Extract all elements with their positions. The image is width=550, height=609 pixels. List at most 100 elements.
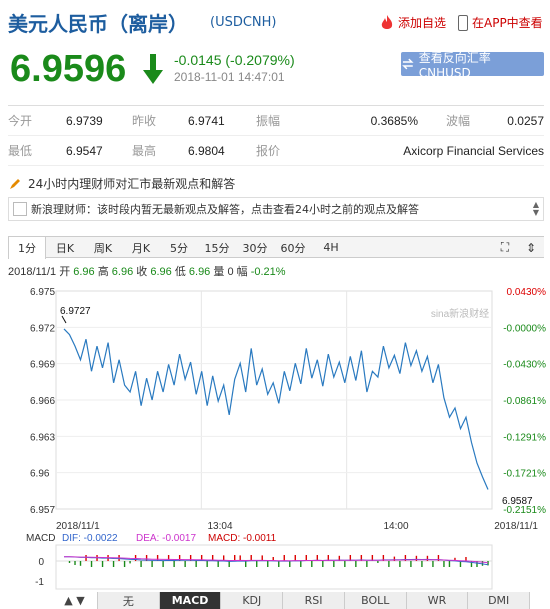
y-tick-right-label: -0.1291%: [503, 432, 546, 443]
price-change: -0.0145 (-0.2079%): [174, 52, 295, 68]
quote-time: 2018-11-01 14:47:01: [174, 70, 285, 84]
macd-frame: [55, 544, 493, 590]
macd-label: MACD: [26, 533, 55, 544]
stat-label: 最低: [8, 144, 33, 158]
macd-dea-line: [64, 556, 489, 564]
macd-dea: DEA: -0.0017: [136, 533, 196, 544]
y-tick-label: 6.972: [30, 323, 55, 334]
stats-row: 最低 6.9547 最高 6.9804 报价 Axicorp Financial…: [8, 136, 544, 166]
news-ticker[interactable]: 新浪理财师：该时段内暂无最新观点及解答，点击查看24小时之前的观点及解答 ▲ ▼: [8, 197, 544, 221]
tab-5min[interactable]: 5分: [160, 237, 198, 258]
y-tick-label: 6.957: [30, 505, 55, 516]
macd-value: MACD: -0.0011: [208, 533, 277, 544]
expand-icon[interactable]: ⇕: [518, 237, 544, 258]
fullscreen-icon[interactable]: ⛶: [492, 237, 518, 258]
y-tick-right-label: -0.0000%: [503, 323, 546, 334]
page-title: 美元人民币（离岸）: [8, 12, 188, 36]
x-tick-label: 14:00: [383, 521, 408, 532]
ohlc-high-label: 高: [97, 266, 109, 278]
indicator-tab-none[interactable]: 无: [98, 592, 160, 609]
price-chart[interactable]: 6.975 0.0430% 6.972 -0.0000% 6.969 -0.0430% 6.…: [0, 283, 550, 603]
tab-30min[interactable]: 30分: [236, 237, 274, 258]
y-tick-label: 6.969: [30, 360, 55, 371]
macd-tick-label: -1: [35, 577, 44, 588]
flame-icon: [381, 14, 393, 29]
indicator-tabs: ▲ ▼ 无 MACD KDJ RSI BOLL WR DMI: [52, 592, 531, 609]
period-tabs: 1分 日K 周K 月K 5分 15分 30分 60分 4H ⛶ ⇕: [8, 236, 544, 259]
tab-monthly[interactable]: 月K: [122, 237, 160, 258]
y-tick-right-label: -0.1721%: [503, 469, 546, 480]
add-favorite-link[interactable]: 添加自选: [380, 14, 446, 31]
ohlc-high: 6.96: [111, 266, 134, 278]
ticker-scroll-icon[interactable]: ▲ ▼: [529, 201, 543, 217]
add-favorite-label: 添加自选: [398, 16, 447, 30]
stat-value: 6.9739: [66, 113, 103, 128]
avatar-icon: [13, 202, 27, 216]
stat-label: 振幅: [256, 114, 281, 128]
current-price: 6.9596: [10, 48, 127, 90]
ohlc-vol-label: 量: [213, 266, 225, 278]
tab-weekly[interactable]: 周K: [84, 237, 122, 258]
header: 美元人民币（离岸） (USDCNH) 添加自选 在APP中查看: [0, 0, 550, 42]
open-in-app-label: 在APP中查看: [472, 16, 543, 30]
tab-15min[interactable]: 15分: [198, 237, 236, 258]
stat-value: 6.9741: [188, 113, 225, 128]
news-heading-text: 24小时内理财师对汇市最新观点和解答: [28, 177, 236, 191]
news-ticker-text: 新浪理财师：该时段内暂无最新观点及解答，点击查看24小时之前的观点及解答: [31, 203, 419, 216]
x-tick-label: 2018/11/1: [56, 521, 100, 532]
x-tick-label: 13:04: [207, 521, 232, 532]
ohlc-vol: 0: [227, 266, 234, 278]
high-annotation-pointer: [61, 315, 67, 324]
indicator-tab-boll[interactable]: BOLL: [345, 592, 407, 609]
x-tick-label: 2018/11/1: [494, 521, 538, 532]
y-tick-label: 6.96: [30, 469, 50, 480]
indicator-tab-wr[interactable]: WR: [407, 592, 469, 609]
stats-table: 今开 6.9739 昨收 6.9741 振幅 0.3685% 波幅 0.0257…: [8, 105, 544, 166]
stat-value: 0.3685%: [370, 113, 418, 128]
ohlc-open: 6.96: [73, 266, 95, 278]
tab-60min[interactable]: 60分: [274, 237, 312, 258]
macd-tick-label: 0: [38, 557, 44, 568]
ohlc-amp: -0.21%: [250, 266, 286, 278]
ohlc-date: 2018/11/1: [8, 266, 57, 278]
down-arrow-icon: [143, 54, 163, 84]
indicator-tab-rsi[interactable]: RSI: [283, 592, 345, 609]
news-heading[interactable]: 24小时内理财师对汇市最新观点和解答: [8, 175, 235, 192]
symbol-code: (USDCNH): [210, 15, 277, 30]
stat-label: 昨收: [132, 114, 157, 128]
stats-row: 今开 6.9739 昨收 6.9741 振幅 0.3685% 波幅 0.0257: [8, 106, 544, 136]
ohlc-close-label: 收: [136, 266, 148, 278]
stat-label: 今开: [8, 114, 33, 128]
y-tick-right-label: -0.0861%: [503, 396, 546, 407]
macd-dif: DIF: -0.0022: [62, 533, 118, 544]
stat-value: 6.9547: [66, 143, 103, 158]
swap-icon: [402, 58, 414, 70]
ohlc-close: 6.96: [150, 266, 172, 278]
low-annotation: 6.9587: [502, 496, 533, 507]
stat-label: 报价: [256, 144, 281, 158]
y-tick-label: 6.975: [30, 287, 55, 298]
reverse-rate-button[interactable]: 查看反向汇率 CNHUSD: [401, 51, 544, 80]
stat-label: 最高: [132, 144, 157, 158]
tab-daily[interactable]: 日K: [46, 237, 84, 258]
stat-value: 6.9804: [188, 143, 225, 158]
tab-4h[interactable]: 4H: [312, 237, 350, 258]
watermark: sina新浪财经: [431, 307, 489, 320]
ohlc-open-label: 开: [59, 266, 71, 278]
stat-value: Axicorp Financial Services: [403, 143, 544, 158]
ohlc-amp-label: 幅: [236, 266, 248, 278]
y-tick-right-label: -0.0430%: [503, 360, 546, 371]
ohlc-low: 6.96: [188, 266, 211, 278]
pen-icon: [10, 178, 20, 189]
ohlc-line: 2018/11/1 开 6.96 高 6.96 收 6.96 低 6.96 量 …: [8, 263, 286, 279]
indicator-scroll[interactable]: ▲ ▼: [52, 592, 98, 609]
indicator-tab-macd[interactable]: MACD: [159, 592, 222, 609]
indicator-tab-kdj[interactable]: KDJ: [221, 592, 284, 609]
y-tick-label: 6.966: [30, 396, 55, 407]
ohlc-low-label: 低: [174, 266, 186, 278]
y-tick-label: 6.963: [30, 432, 55, 443]
tab-1min[interactable]: 1分: [8, 237, 46, 259]
open-in-app-link[interactable]: 在APP中查看: [458, 14, 543, 31]
indicator-tab-dmi[interactable]: DMI: [468, 592, 531, 609]
stat-value: 0.0257: [507, 113, 544, 128]
